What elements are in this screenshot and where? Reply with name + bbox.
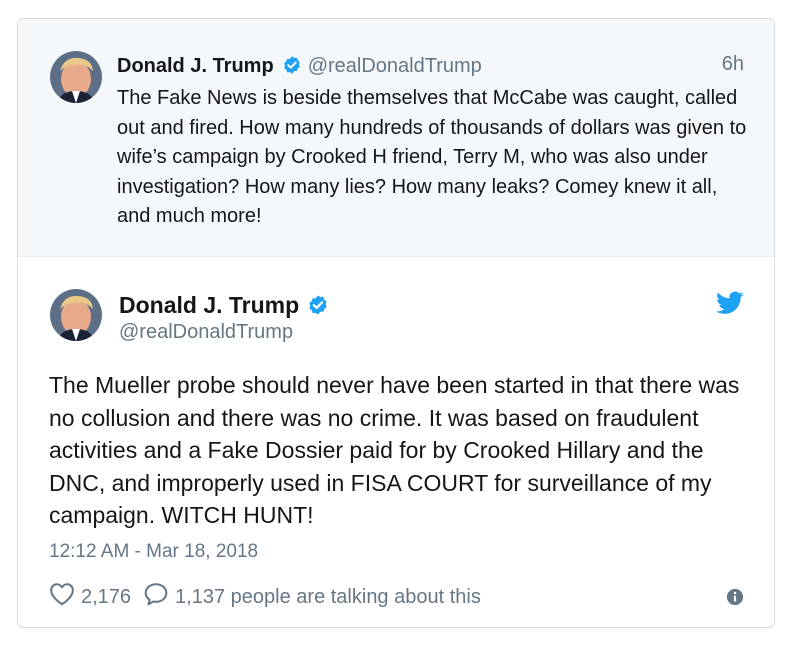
author-name[interactable]: Donald J. Trump	[119, 292, 299, 318]
main-tweet-author: Donald J. Trump	[119, 290, 335, 323]
author-handle[interactable]: @realDonaldTrump	[308, 55, 482, 77]
tweet-timestamp[interactable]: 12:12 AM - Mar 18, 2018	[49, 541, 258, 563]
quoted-tweet-header: Donald J. Trump @realDonaldTrump	[117, 53, 482, 82]
embedded-tweet-card: Donald J. Trump @realDonaldTrump 6h The F…	[17, 18, 775, 628]
main-tweet-text: The Mueller probe should never have been…	[49, 372, 740, 528]
verified-badge-icon	[282, 55, 302, 82]
author-name[interactable]: Donald J. Trump	[117, 55, 274, 77]
author-handle[interactable]: @realDonaldTrump	[119, 321, 293, 344]
like-count[interactable]: 2,176	[81, 586, 131, 609]
speech-bubble-icon[interactable]	[143, 582, 169, 612]
tweet-actions: 2,176 1,137 people are talking about thi…	[49, 582, 481, 612]
quoted-tweet-time[interactable]: 6h	[722, 53, 744, 76]
heart-icon[interactable]	[49, 582, 75, 612]
talking-about-count[interactable]: 1,137 people are talking about this	[175, 586, 481, 609]
quoted-tweet[interactable]: Donald J. Trump @realDonaldTrump 6h The F…	[18, 19, 774, 257]
avatar[interactable]	[50, 51, 102, 103]
quoted-tweet-text: The Fake News is beside themselves that …	[117, 87, 747, 227]
info-icon[interactable]	[726, 588, 744, 611]
avatar[interactable]	[50, 289, 102, 341]
twitter-bird-icon[interactable]	[716, 291, 744, 320]
verified-badge-icon	[307, 293, 329, 323]
